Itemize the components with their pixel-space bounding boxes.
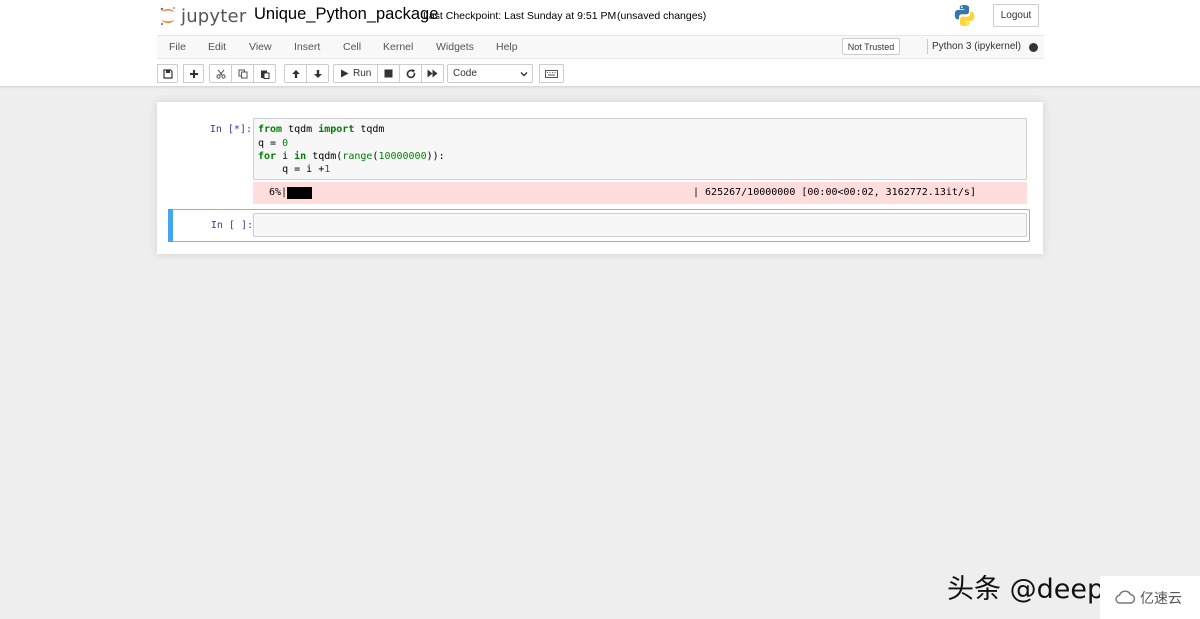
kernel-name[interactable]: Python 3 (ipykernel) xyxy=(932,41,1021,52)
menu-kernel[interactable]: Kernel xyxy=(383,41,413,53)
stop-icon xyxy=(384,69,393,78)
restart-button[interactable] xyxy=(399,64,422,83)
jupyter-logo-icon xyxy=(158,5,178,27)
menu-cell[interactable]: Cell xyxy=(343,41,361,53)
cell-type-select[interactable]: Code xyxy=(447,64,533,83)
cloud-icon xyxy=(1115,590,1136,604)
chevron-down-icon xyxy=(520,72,528,77)
menu-edit[interactable]: Edit xyxy=(208,41,226,53)
move-down-button[interactable] xyxy=(306,64,329,83)
code-cell-selected[interactable]: In [ ]: xyxy=(168,209,1030,242)
toolbar-group-palette xyxy=(539,64,564,83)
cell-type-value: Code xyxy=(453,68,477,79)
run-label: Run xyxy=(353,68,372,79)
run-button[interactable]: Run xyxy=(333,64,378,83)
menu-bar: File Edit View Insert Cell Kernel Widget… xyxy=(157,35,1044,59)
toolbar-group-edit xyxy=(209,64,276,83)
input-prompt: In [*]: xyxy=(209,124,252,135)
toolbar-group-run: Run xyxy=(333,64,444,83)
logout-button[interactable]: Logout xyxy=(993,4,1039,27)
code-line-3: for i in tqdm(range(10000000)): xyxy=(258,151,445,162)
jupyter-logo[interactable]: jupyter xyxy=(158,4,246,28)
arrow-up-icon xyxy=(291,69,300,78)
fast-forward-icon xyxy=(427,69,438,78)
output-area: 6%| | 625267/10000000 [00:00<00:02, 3162… xyxy=(253,182,1027,204)
plus-icon xyxy=(189,69,198,78)
copy-icon xyxy=(238,69,247,78)
empty-code-editor[interactable] xyxy=(253,213,1027,237)
yisu-brand-text: 亿速云 xyxy=(1140,589,1182,606)
menu-insert[interactable]: Insert xyxy=(294,41,320,53)
checkpoint-status: Last Checkpoint: Last Sunday at 9:51 PM xyxy=(423,10,617,22)
arrow-down-icon xyxy=(313,69,322,78)
cut-button[interactable] xyxy=(209,64,232,83)
kernel-divider xyxy=(927,39,928,54)
kernel-busy-indicator-icon xyxy=(1029,43,1038,52)
save-icon xyxy=(162,68,173,79)
notebook-header: jupyter Unique_Python_package Last Check… xyxy=(0,0,1200,87)
jupyter-wordmark: jupyter xyxy=(181,5,247,27)
code-line-4: q = i +1 xyxy=(258,164,331,175)
autosave-status: (unsaved changes) xyxy=(617,10,707,22)
restart-run-all-button[interactable] xyxy=(421,64,444,83)
play-icon xyxy=(341,69,349,78)
progress-stats: | 625267/10000000 [00:00<00:02, 3162772.… xyxy=(693,187,976,198)
menu-file[interactable]: File xyxy=(169,41,186,53)
code-editor[interactable]: from tqdm import tqdm q = 0 for i in tqd… xyxy=(253,118,1027,180)
yisu-watermark: 亿速云 xyxy=(1100,576,1200,619)
keyboard-icon xyxy=(545,69,558,78)
scissors-icon xyxy=(215,69,226,79)
save-button[interactable] xyxy=(157,64,178,83)
code-line-1: from tqdm import tqdm xyxy=(258,124,385,135)
progress-bar-fill xyxy=(287,187,312,199)
paste-button[interactable] xyxy=(253,64,276,83)
paste-icon xyxy=(260,70,269,79)
progress-percent: 6%| xyxy=(269,187,288,198)
toolbar-group-insert xyxy=(183,64,204,83)
menu-widgets[interactable]: Widgets xyxy=(436,41,474,53)
menu-view[interactable]: View xyxy=(249,41,272,53)
toolbar-group-move xyxy=(284,64,329,83)
input-prompt: In [ ]: xyxy=(210,220,253,231)
insert-cell-button[interactable] xyxy=(183,64,204,83)
menu-help[interactable]: Help xyxy=(496,41,518,53)
trust-button[interactable]: Not Trusted xyxy=(842,38,900,55)
notebook-title[interactable]: Unique_Python_package xyxy=(254,5,438,24)
restart-icon xyxy=(406,68,415,78)
python-logo-icon xyxy=(953,4,976,27)
command-palette-button[interactable] xyxy=(539,64,564,83)
notebook-container: In [*]: from tqdm import tqdm q = 0 for … xyxy=(157,102,1043,254)
code-line-2: q = 0 xyxy=(258,138,289,149)
progress-bar-track xyxy=(287,187,691,199)
copy-button[interactable] xyxy=(231,64,254,83)
interrupt-button[interactable] xyxy=(377,64,400,83)
header-shadow xyxy=(0,86,1200,89)
move-up-button[interactable] xyxy=(284,64,307,83)
toolbar-group-save xyxy=(157,64,178,83)
